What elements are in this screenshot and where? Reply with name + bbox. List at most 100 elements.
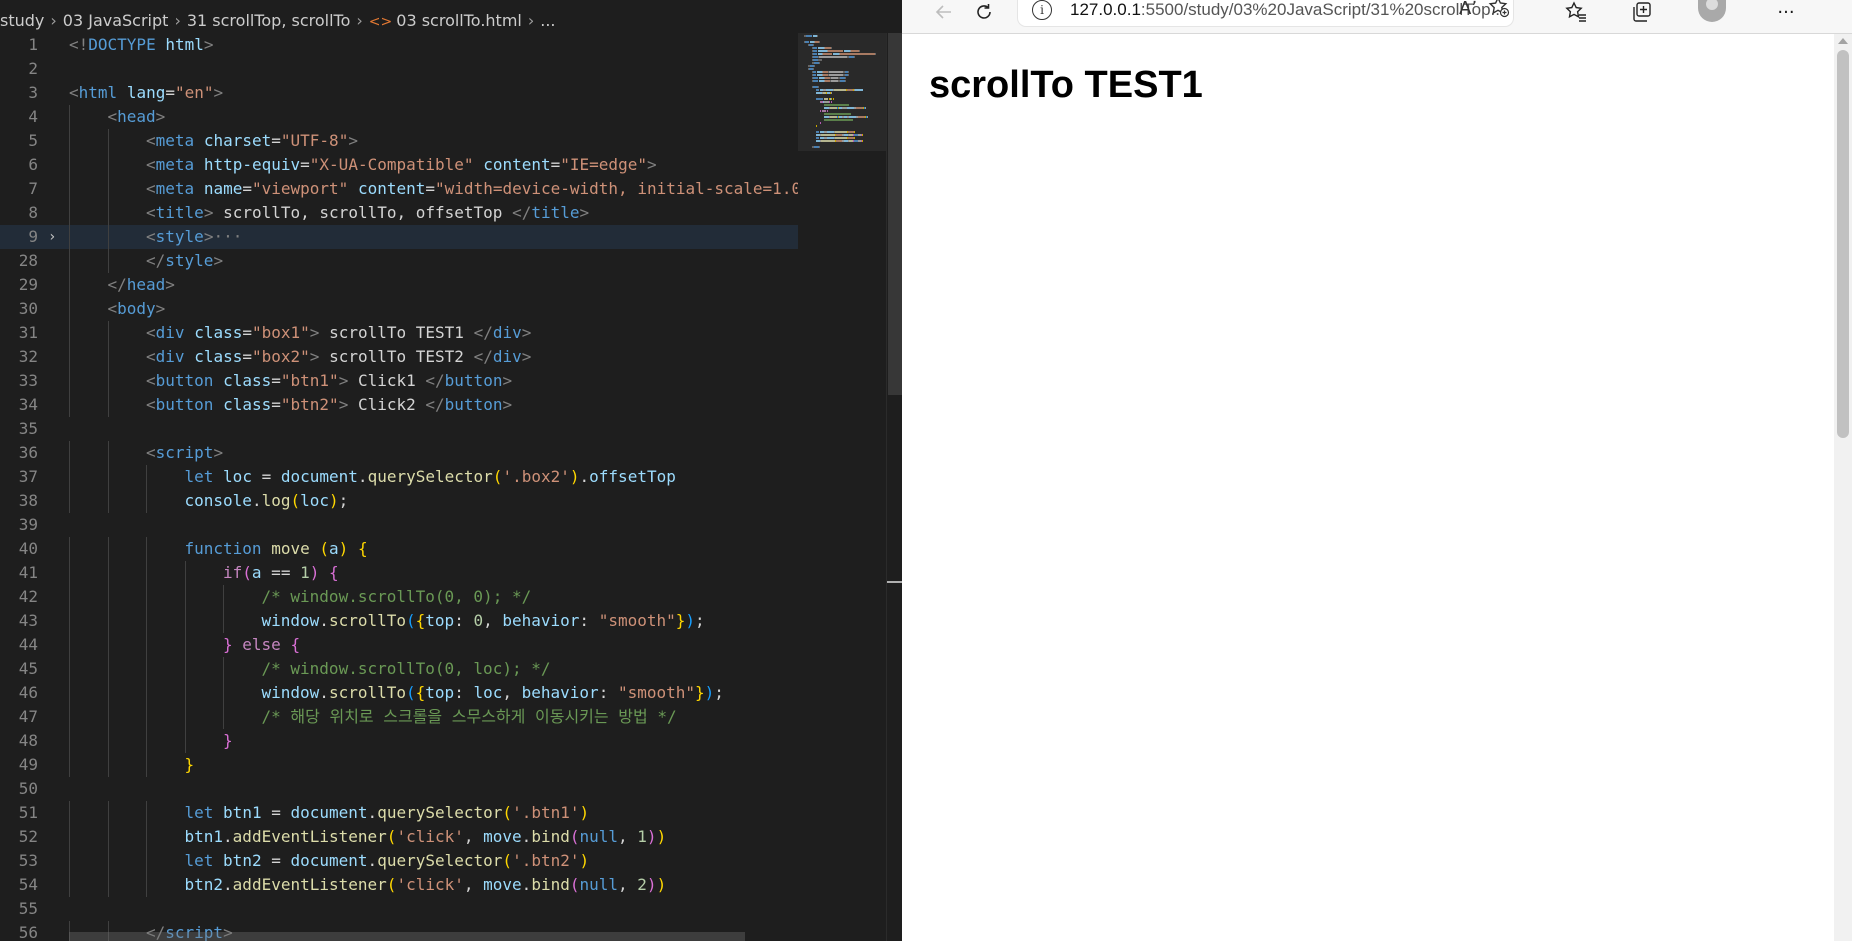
code-line[interactable]: 36 <script> [0,441,798,465]
code-token: ( [492,467,503,486]
read-aloud-icon[interactable]: Aʼ [1459,0,1477,19]
indent-guide [107,393,109,417]
code-token: = [550,155,561,174]
add-favorite-icon[interactable] [1488,0,1510,23]
code-line[interactable]: 34 <button class="btn2"> Click2 </button> [0,393,798,417]
code-text: <title> scrollTo, scrollTo, offsetTop </… [146,201,589,225]
breadcrumb-item-folder[interactable]: 03 JavaScript [63,11,169,30]
code-line[interactable]: 46 window.scrollTo({top: loc, behavior: "… [0,681,798,705]
code-token: html [78,83,118,102]
breadcrumb-item-symbol[interactable]: ... [540,11,555,30]
code-line[interactable]: 54 btn2.addEventListener('click', move.bi… [0,873,798,897]
breadcrumb-item-study[interactable]: study [0,11,44,30]
scroll-up-arrow-icon[interactable] [1838,38,1848,44]
code-token: ) [646,875,657,894]
code-line[interactable]: 42 /* window.scrollTo(0, 0); */ [0,585,798,609]
code-token: . [521,827,532,846]
minimap-line [865,107,866,109]
code-line[interactable]: 1 <!DOCTYPE html> [0,33,798,57]
minimap-line [829,74,843,76]
line-number: 39 [18,515,38,534]
code-token: > [338,371,349,390]
page-vertical-scrollbar[interactable] [1834,34,1852,941]
code-line[interactable]: 2 [0,57,798,81]
indent-guide [184,681,186,705]
code-line[interactable]: 43 window.scrollTo({top: 0, behavior: "sm… [0,609,798,633]
minimap[interactable] [798,33,886,941]
code-text: /* 해당 위치로 스크롤을 스무스하게 이동시키는 방법 */ [262,705,677,729]
editor-vertical-scrollbar[interactable] [886,33,902,941]
minimap-line [867,116,868,118]
minimap-line [818,50,827,52]
code-line[interactable]: 52 btn1.addEventListener('click', move.bi… [0,825,798,849]
code-line[interactable]: 4 <head> [0,105,798,129]
back-arrow-icon[interactable] [926,0,962,24]
code-token: </ [473,347,493,366]
address-bar[interactable]: i 127.0.0.1:5500/study/03%20JavaScript/3… [1018,0,1513,26]
code-token: btn1 [184,827,224,846]
code-line[interactable]: 51 let btn1 = document.querySelector('.bt… [0,801,798,825]
url-text[interactable]: 127.0.0.1:5500/study/03%20JavaScript/31%… [1070,0,1505,20]
profile-avatar-icon[interactable] [1698,0,1726,22]
code-line[interactable]: 41 if(a == 1) { [0,561,798,585]
code-line[interactable]: 45 /* window.scrollTo(0, loc); */ [0,657,798,681]
minimap-line [813,68,814,70]
code-area[interactable]: 1 <!DOCTYPE html> 2 3 <html lang="en"> 4 <head… [0,33,820,941]
code-text: /* window.scrollTo(0, loc); */ [262,657,551,681]
html-file-icon: <> [368,14,393,30]
favorites-icon[interactable] [1558,0,1594,24]
fold-chevron-icon[interactable]: › [48,225,56,249]
code-line[interactable]: 48} [0,729,798,753]
code-text: } else { [223,633,300,657]
code-line[interactable]: 33 <button class="btn1"> Click1 </button> [0,369,798,393]
code-line[interactable]: 35 [0,417,798,441]
code-token: meta [155,155,195,174]
refresh-icon[interactable] [966,0,1002,24]
code-line[interactable]: 30 <body> [0,297,798,321]
code-line[interactable]: 40 function move (a) { [0,537,798,561]
code-line[interactable]: 55 [0,897,798,921]
indent-guide [69,369,70,393]
url-host: 127.0.0.1 [1070,0,1141,19]
editor-horizontal-scrollbar[interactable] [69,932,745,941]
code-line[interactable]: 28 </style> [0,249,798,273]
site-info-icon[interactable]: i [1032,0,1052,20]
code-line[interactable]: 29 </head> [0,273,798,297]
indent-guide [69,489,70,513]
more-menu-icon[interactable]: ··· [1768,0,1804,24]
code-line[interactable]: 8 <title> scrollTo, scrollTo, offsetTop <… [0,201,798,225]
breadcrumb-item-subfolder[interactable]: 31 scrollTop, scrollTo [187,11,351,30]
page-scrollbar-thumb[interactable] [1837,50,1849,438]
code-line[interactable]: 37 let loc = document.querySelector('.box… [0,465,798,489]
breadcrumb-item-file[interactable]: 03 scrollTo.html [396,11,522,30]
indent-guide [146,801,147,825]
code-line[interactable]: 44} else { [0,633,798,657]
line-number: 2 [28,59,38,78]
minimap-line [831,98,832,100]
minimap-line [819,56,847,58]
code-token: move [483,827,522,846]
editor-scrollbar-thumb[interactable] [888,33,902,395]
code-line[interactable]: 53 let btn2 = document.querySelector('.bt… [0,849,798,873]
line-number: 46 [18,683,38,702]
code-line[interactable]: 7 <meta name="viewport" content="width=de… [0,177,820,201]
indent-guide [184,657,186,681]
code-line[interactable]: 3 <html lang="en"> [0,81,798,105]
code-token: Click2 [348,395,426,414]
code-line[interactable]: 38 console.log(loc); [0,489,798,513]
code-line[interactable]: 32 <div class="box2"> scrollTo TEST2 </di… [0,345,798,369]
code-token: < [146,227,156,246]
collections-icon[interactable] [1624,0,1660,24]
code-line[interactable]: 31 <div class="box1"> scrollTo TEST1 </di… [0,321,798,345]
code-token: 'click' [396,827,464,846]
code-token: { [329,563,339,582]
indent-guide [107,825,109,849]
code-line[interactable]: 50 [0,777,798,801]
code-line[interactable]: 49} [0,753,798,777]
code-line[interactable]: 47 /* 해당 위치로 스크롤을 스무스하게 이동시키는 방법 */ [0,705,798,729]
code-line[interactable]: 6 <meta http-equiv="X-UA-Compatible" cont… [0,153,798,177]
code-line[interactable]: 39 [0,513,798,537]
code-line[interactable]: 9 › <style>··· [0,225,798,249]
code-line[interactable]: 5 <meta charset="UTF-8"> [0,129,798,153]
